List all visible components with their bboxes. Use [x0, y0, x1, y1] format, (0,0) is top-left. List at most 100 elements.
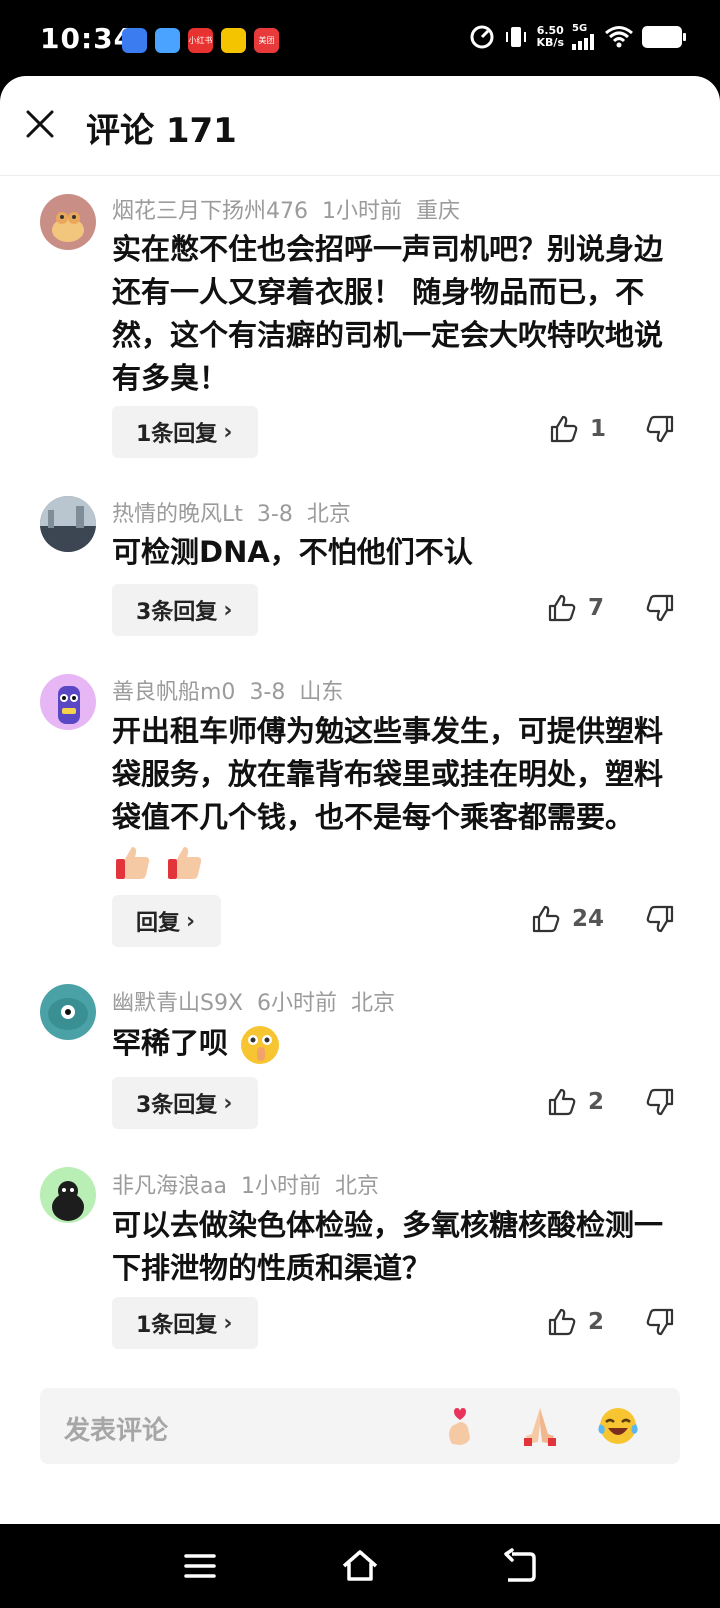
app-notification-icon: 美团 — [254, 28, 279, 53]
chevron-right-icon: › — [223, 1090, 233, 1116]
speedometer-icon — [470, 25, 494, 49]
thumbs-down-icon[interactable] — [644, 413, 676, 445]
like-count: 7 — [588, 595, 605, 621]
reply-label: 1条回复 — [136, 422, 218, 447]
avatar[interactable] — [40, 674, 96, 730]
reply-label: 1条回复 — [136, 1313, 218, 1338]
avatar[interactable] — [40, 1167, 96, 1223]
comments-sheet: 评论 171 烟花三月下扬州476 1小时前 重庆 实在憋不住也会招呼一声司机吧？别… — [0, 76, 720, 1524]
page-title: 评论 171 — [86, 111, 237, 151]
comment-meta: 非凡海浪aa 1小时前 北京 — [112, 1168, 393, 1200]
reply-label: 3条回复 — [136, 1093, 218, 1118]
status-bar: 10:34 小红书 美团 6.50 KB/s 5G — [0, 0, 720, 80]
status-app-icons: 小红书 美团 — [122, 28, 279, 53]
app-notification-icon — [221, 28, 246, 53]
finger-heart-emoji-icon[interactable] — [440, 1404, 484, 1448]
comment-text: 实在憋不住也会招呼一声司机吧？别说身边还有一人又穿着衣服！ 随身物品而已，不然，… — [112, 232, 664, 395]
net-speed-unit: KB/s — [536, 36, 564, 49]
avatar[interactable] — [40, 984, 96, 1040]
comment-time: 6小时前 — [257, 991, 338, 1016]
reply-button[interactable]: 回复 › — [112, 895, 222, 947]
app-notification-icon — [155, 28, 180, 53]
reply-label: 3条回复 — [136, 600, 218, 625]
comment-text-block: 开出租车师傅为勉这些事发生，可提供塑料袋服务，放在靠背布袋里或挂在明处，塑料袋值… — [112, 710, 672, 883]
comment-username[interactable]: 善良帆船m0 — [112, 680, 235, 705]
like-button[interactable]: 1 — [548, 413, 606, 445]
reply-label: 回复 — [136, 911, 181, 936]
view-replies-button[interactable]: 1条回复 › — [112, 406, 259, 458]
network-type: 5G — [572, 23, 588, 34]
signal-bars-icon — [572, 34, 594, 50]
like-button[interactable]: 7 — [546, 592, 604, 624]
chevron-right-icon: › — [223, 1310, 233, 1336]
chevron-right-icon: › — [223, 419, 233, 445]
like-count: 24 — [572, 906, 605, 932]
thumbs-up-icon — [548, 1308, 576, 1336]
thumbs-down-icon[interactable] — [644, 592, 676, 624]
like-count: 2 — [588, 1309, 605, 1335]
comment-input-placeholder: 发表评论 — [64, 1416, 169, 1446]
laughing-crying-emoji-icon[interactable] — [596, 1404, 640, 1448]
status-time: 10:34 — [40, 22, 135, 55]
folded-hands-emoji-icon[interactable] — [518, 1404, 562, 1448]
comment-location: 北京 — [351, 991, 396, 1016]
vibrate-icon — [505, 27, 526, 47]
comment-username[interactable]: 烟花三月下扬州476 — [112, 199, 308, 224]
view-replies-button[interactable]: 3条回复 › — [112, 584, 259, 636]
thumbs-up-icon — [548, 1088, 576, 1116]
comment-meta: 幽默青山S9X 6小时前 北京 — [112, 985, 409, 1017]
cellular-signal: 5G — [572, 24, 596, 50]
comment-time: 3-8 — [249, 680, 286, 705]
comment-text: 可检测DNA，不怕他们不认 — [112, 535, 473, 569]
wifi-icon — [605, 26, 633, 48]
menu-icon[interactable] — [180, 1546, 220, 1586]
thumbs-up-emoji-icon — [116, 847, 150, 879]
comment-time: 1小时前 — [240, 1174, 321, 1199]
thumbs-up-icon — [550, 415, 578, 443]
comment-input[interactable]: 发表评论 — [40, 1388, 680, 1464]
comment-location: 北京 — [334, 1174, 379, 1199]
net-speed: 6.50 KB/s — [537, 25, 564, 49]
thumbs-down-icon[interactable] — [644, 903, 676, 935]
like-button[interactable]: 24 — [530, 903, 604, 935]
comment-meta: 烟花三月下扬州476 1小时前 重庆 — [112, 193, 474, 225]
shushing-face-emoji-icon — [241, 1026, 280, 1064]
comment-text: 可以去做染色体检验，多氧核糖核酸检测一下排泄物的性质和渠道？ — [112, 1208, 664, 1285]
avatar[interactable] — [40, 194, 96, 250]
home-icon[interactable] — [340, 1546, 380, 1586]
view-replies-button[interactable]: 3条回复 › — [112, 1077, 259, 1129]
comment-text-block: 罕稀了呗 — [112, 1022, 672, 1067]
avatar[interactable] — [40, 496, 96, 552]
system-nav-bar — [0, 1524, 720, 1608]
back-icon[interactable] — [500, 1546, 540, 1586]
battery-icon — [642, 26, 686, 48]
thumbs-down-icon[interactable] — [644, 1306, 676, 1338]
like-count: 1 — [590, 416, 607, 442]
sheet-header: 评论 171 — [0, 76, 720, 176]
comment-text: 罕稀了呗 — [112, 1026, 229, 1060]
app-notification-icon — [122, 28, 147, 53]
thumbs-up-icon — [548, 594, 576, 622]
chevron-right-icon: › — [186, 908, 196, 934]
app-notification-icon: 小红书 — [188, 28, 213, 53]
thumbs-up-icon — [532, 905, 560, 933]
comment-location: 山东 — [299, 680, 344, 705]
like-count: 2 — [588, 1089, 605, 1115]
comment-meta: 热情的晚风Lt 3-8 北京 — [112, 496, 365, 528]
comment-username[interactable]: 非凡海浪aa — [112, 1174, 227, 1199]
chevron-right-icon: › — [223, 597, 233, 623]
thumbs-down-icon[interactable] — [644, 1086, 676, 1118]
comment-username[interactable]: 幽默青山S9X — [112, 991, 243, 1016]
comment-time: 1小时前 — [322, 199, 402, 224]
like-button[interactable]: 2 — [546, 1086, 604, 1118]
comment-meta: 善良帆船m0 3-8 山东 — [112, 674, 357, 706]
status-indicators: 6.50 KB/s 5G — [469, 24, 686, 50]
comment-location: 重庆 — [416, 199, 461, 224]
like-button[interactable]: 2 — [546, 1306, 604, 1338]
close-icon[interactable] — [22, 106, 58, 142]
view-replies-button[interactable]: 1条回复 › — [112, 1297, 259, 1349]
comment-text: 开出租车师傅为勉这些事发生，可提供塑料袋服务，放在靠背布袋里或挂在明处，塑料袋值… — [112, 714, 664, 834]
comment-location: 北京 — [306, 502, 351, 527]
comment-username[interactable]: 热情的晚风Lt — [112, 502, 243, 527]
thumbs-up-emoji-icon — [168, 847, 202, 879]
